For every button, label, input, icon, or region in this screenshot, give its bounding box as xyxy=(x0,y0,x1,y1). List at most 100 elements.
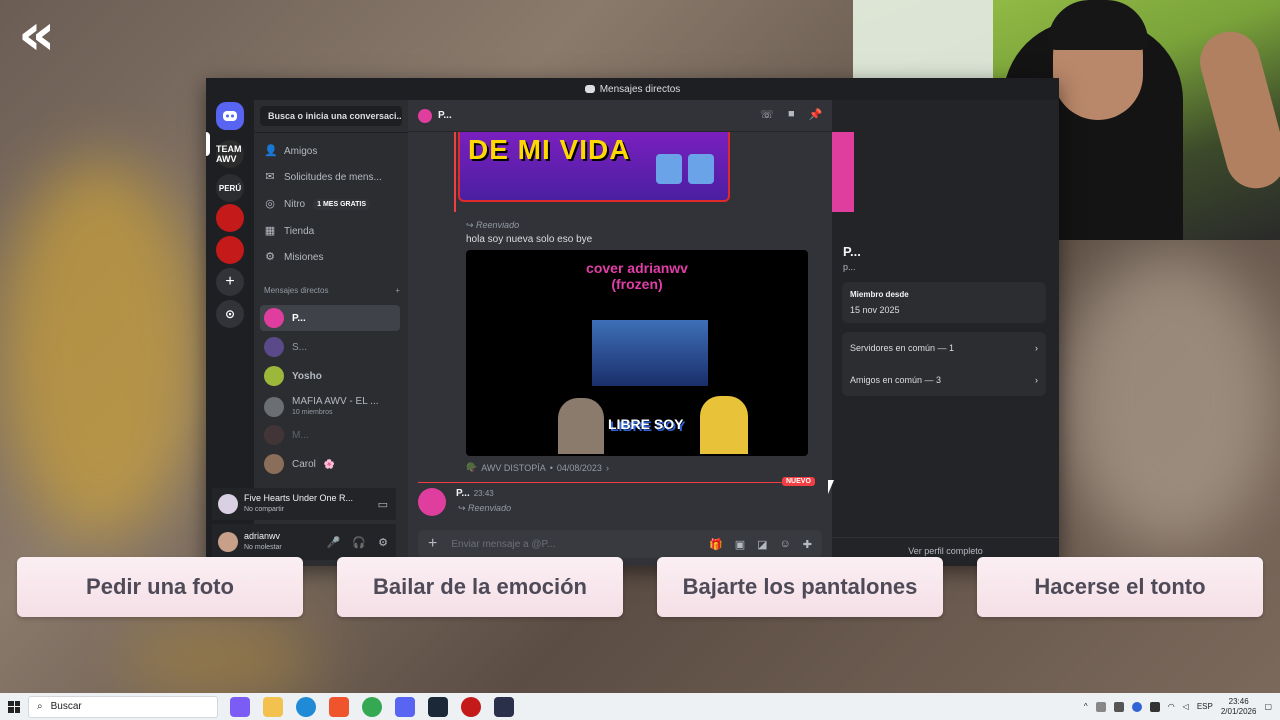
dm-item-group[interactable]: MAFIA AWV - EL ... 10 miembros xyxy=(260,392,400,422)
message: P... 23:43 ↪ Reenviado xyxy=(418,488,511,516)
app-icon[interactable] xyxy=(494,696,514,717)
headphones-icon[interactable]: 🎧 xyxy=(352,536,366,549)
chrome-icon[interactable] xyxy=(362,696,382,717)
avatar[interactable] xyxy=(418,488,446,516)
profile-banner xyxy=(832,132,854,212)
dm-search-input[interactable]: Busca o inicia una conversaci... xyxy=(260,106,402,126)
now-playing-panel[interactable]: Five Hearts Under One R... No compartir … xyxy=(212,488,396,520)
server-team-awv[interactable]: TEAM AWV xyxy=(216,140,244,168)
option-button[interactable]: Pedir una foto xyxy=(17,557,303,617)
copilot-icon[interactable] xyxy=(230,696,250,717)
emoji-icon[interactable]: ☺ xyxy=(780,538,791,551)
option-button[interactable]: Bailar de la emoción xyxy=(337,557,623,617)
discord-icon[interactable] xyxy=(395,696,415,717)
tray-icon[interactable] xyxy=(1113,701,1124,712)
back-arrow-icon[interactable]: « xyxy=(18,5,68,63)
nav-message-requests[interactable]: ✉ Solicitudes de mens... xyxy=(264,166,404,188)
discord-window: Mensajes directos TEAM AWV PERÚ + ⊙ Busc… xyxy=(206,78,1059,566)
taskbar-search[interactable]: ⌕ Buscar xyxy=(28,695,218,718)
sticker-icon[interactable]: ◪ xyxy=(757,538,767,551)
dm-item[interactable]: M... xyxy=(260,422,400,448)
user-profile-panel: P... p... Miembro desde 15 nov 2025 Serv… xyxy=(832,100,1059,566)
profile-name: P... xyxy=(843,244,861,259)
server-icon: 🪖 xyxy=(466,462,478,472)
start-button[interactable] xyxy=(0,693,28,720)
nav-quests[interactable]: ⚙ Misiones xyxy=(264,246,404,268)
add-server-button[interactable]: + xyxy=(216,268,244,296)
message-composer[interactable]: + Enviar mensaje a @P... 🎁 ▣ ◪ ☺ ✚ xyxy=(418,530,822,558)
windows-icon xyxy=(8,700,20,713)
message-source[interactable]: 🪖 AWV DISTOPÍA • 04/08/2023 › xyxy=(466,462,609,473)
option-button[interactable]: Bajarte los pantalones xyxy=(657,557,943,617)
server-icon[interactable] xyxy=(216,236,244,264)
clock[interactable]: 23:46 2/01/2026 xyxy=(1221,697,1257,717)
activity-icon[interactable]: ▭ xyxy=(378,498,388,511)
chat-area: P... ☏ ■ 📌 👤 DE MI VIDA ↪ Reenviado hola… xyxy=(408,100,1030,566)
explore-servers-button[interactable]: ⊙ xyxy=(216,300,244,328)
dm-item[interactable]: Yosho xyxy=(260,363,400,389)
shared-image[interactable]: DE MI VIDA xyxy=(458,132,730,202)
language-indicator[interactable]: ESP xyxy=(1197,702,1213,711)
friends-icon: 👤 xyxy=(264,145,278,157)
gif-icon[interactable]: ▣ xyxy=(735,538,745,551)
selected-pill xyxy=(206,132,210,156)
chevron-up-icon[interactable]: ^ xyxy=(1084,702,1088,711)
file-explorer-icon[interactable] xyxy=(263,696,283,717)
quests-icon: ⚙ xyxy=(265,251,275,263)
forward-bar xyxy=(454,132,456,212)
gear-icon[interactable]: ⚙ xyxy=(378,536,388,549)
server-icon[interactable] xyxy=(216,204,244,232)
avatar xyxy=(418,108,432,123)
dm-item[interactable]: P... xyxy=(260,305,400,331)
mutual-servers-row[interactable]: Servidores en común — 1 › xyxy=(850,332,1038,364)
nav-shop[interactable]: ▦ Tienda xyxy=(264,220,404,242)
brave-icon[interactable] xyxy=(329,696,349,717)
apps-icon[interactable]: ✚ xyxy=(803,538,812,551)
forwarded-label: ↪ Reenviado xyxy=(466,220,520,230)
steam-icon[interactable] xyxy=(428,696,448,717)
video-call-icon[interactable]: ■ xyxy=(788,108,795,121)
mutual-card: Servidores en común — 1 › Amigos en común… xyxy=(842,332,1046,396)
option-button[interactable]: Hacerse el tonto xyxy=(977,557,1263,617)
notification-icon[interactable]: ▢ xyxy=(1264,702,1272,711)
chevron-right-icon: › xyxy=(1035,375,1038,385)
taskbar: ⌕ Buscar ^ ◠ ◁ ESP 23:46 2/01/2026 ▢ xyxy=(0,693,1280,720)
gift-icon[interactable]: 🎁 xyxy=(709,538,723,551)
tray-icon[interactable] xyxy=(1095,701,1106,712)
window-titlebar: Mensajes directos xyxy=(206,78,1059,100)
nav-friends[interactable]: 👤 Amigos xyxy=(264,140,404,162)
avatar xyxy=(264,454,284,474)
avatar xyxy=(264,397,284,417)
background-blur xyxy=(1060,250,1280,550)
view-full-profile-link[interactable]: Ver perfil completo xyxy=(832,537,1059,556)
tray-icon[interactable] xyxy=(1131,701,1142,712)
mail-icon: ✉ xyxy=(265,171,275,183)
forwarded-label: ↪ Reenviado xyxy=(458,503,512,513)
video-attachment[interactable]: cover adrianwv (frozen) LIBRE SOY xyxy=(466,250,808,456)
attach-icon[interactable]: + xyxy=(428,535,437,553)
chat-header: P... ☏ ■ 📌 👤 xyxy=(408,100,850,132)
volume-icon[interactable]: ◁ xyxy=(1183,702,1189,711)
dm-item[interactable]: Carol 🌸 xyxy=(260,451,400,477)
microphone-icon[interactable]: 🎤 xyxy=(327,536,341,549)
new-dm-button[interactable]: + xyxy=(395,286,400,300)
user-panel: adrianwv No molestar 🎤 🎧 ⚙ xyxy=(212,524,396,560)
pin-icon[interactable]: 📌 xyxy=(809,108,823,121)
tray-icon[interactable] xyxy=(1149,701,1160,712)
dm-item[interactable]: S... xyxy=(260,334,400,360)
wifi-icon[interactable]: ◠ xyxy=(1168,702,1175,711)
nitro-icon: ◎ xyxy=(265,198,275,210)
search-icon: ⌕ xyxy=(37,701,43,712)
edge-icon[interactable] xyxy=(296,696,316,717)
background-blur xyxy=(0,160,200,540)
mutual-friends-row[interactable]: Amigos en común — 3 › xyxy=(850,364,1038,396)
avatar xyxy=(264,425,284,445)
home-button[interactable] xyxy=(216,102,244,130)
server-peru[interactable]: PERÚ xyxy=(216,174,244,202)
avatar[interactable] xyxy=(218,532,238,552)
avatar xyxy=(264,337,284,357)
phone-icon[interactable]: ☏ xyxy=(760,108,774,121)
nav-nitro[interactable]: ◎ Nitro 1 MES GRATIS xyxy=(264,193,404,215)
app-icon[interactable] xyxy=(461,696,481,717)
avatar xyxy=(264,366,284,386)
